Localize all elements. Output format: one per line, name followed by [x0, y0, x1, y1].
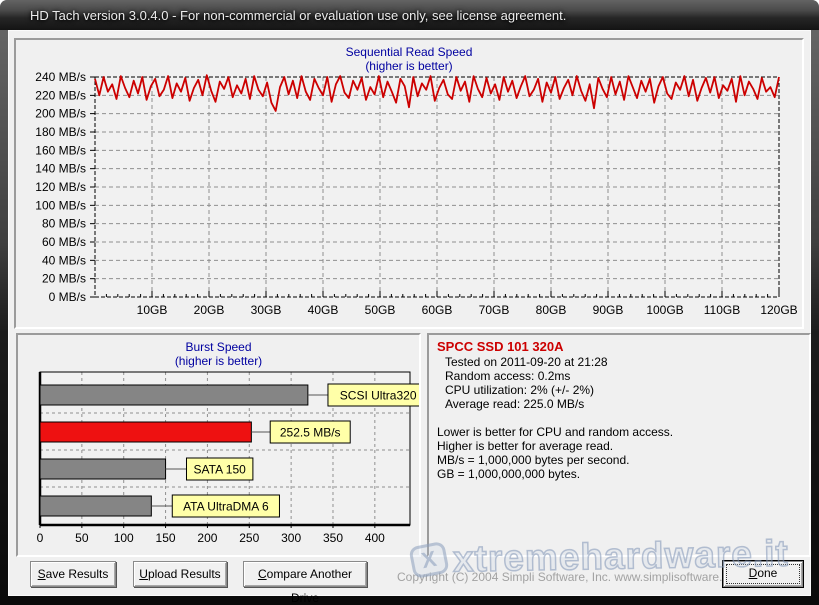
- svg-text:90GB: 90GB: [593, 303, 624, 317]
- app-window: HD Tach version 3.0.4.0 - For non-commer…: [0, 0, 819, 605]
- svg-text:350: 350: [323, 531, 343, 545]
- compare-label: ompare Another Drive: [267, 567, 352, 605]
- burst-speed-panel: Burst Speed (higher is better) SCSI Ultr…: [16, 333, 421, 557]
- svg-text:20 MB/s: 20 MB/s: [42, 272, 86, 286]
- average-read-line: Average read: 225.0 MB/s: [437, 397, 801, 411]
- svg-text:50: 50: [75, 531, 89, 545]
- burst-speed-chart: SCSI Ultra320 252.5 MB/s SATA 150 ATA Ultra…: [18, 335, 419, 555]
- client-area: Sequential Read Speed (higher is better)…: [8, 30, 811, 596]
- compare-mnemonic: C: [258, 567, 267, 581]
- svg-text:200: 200: [197, 531, 217, 545]
- save-label: ave Results: [46, 567, 109, 581]
- svg-text:80 MB/s: 80 MB/s: [42, 217, 86, 231]
- upload-results-button[interactable]: Upload Results: [133, 561, 227, 587]
- svg-text:150: 150: [156, 531, 176, 545]
- svg-text:120GB: 120GB: [760, 303, 797, 317]
- svg-text:400: 400: [365, 531, 385, 545]
- upload-label: pload Results: [148, 567, 221, 581]
- copyright-text: Copyright (C) 2004 Simpli Software, Inc.…: [397, 570, 745, 584]
- svg-text:100GB: 100GB: [646, 303, 683, 317]
- svg-text:80GB: 80GB: [536, 303, 567, 317]
- burst-chart-subtitle: (higher is better): [18, 354, 419, 368]
- note-line: Higher is better for average read.: [437, 439, 801, 453]
- svg-text:300: 300: [281, 531, 301, 545]
- done-button[interactable]: Done: [722, 560, 804, 588]
- svg-text:60GB: 60GB: [422, 303, 453, 317]
- svg-text:0: 0: [37, 531, 44, 545]
- burst-chart-title: Burst Speed: [18, 340, 419, 354]
- window-title: HD Tach version 3.0.4.0 - For non-commer…: [30, 8, 566, 23]
- note-line: Lower is better for CPU and random acces…: [437, 425, 801, 439]
- upload-mnemonic: U: [139, 567, 148, 581]
- svg-text:140 MB/s: 140 MB/s: [35, 162, 86, 176]
- svg-text:110GB: 110GB: [704, 303, 740, 317]
- info-spacer: [437, 411, 801, 425]
- svg-text:200 MB/s: 200 MB/s: [35, 107, 86, 121]
- cpu-utilization-line: CPU utilization: 2% (+/- 2%): [437, 383, 801, 397]
- svg-text:50GB: 50GB: [365, 303, 396, 317]
- svg-text:120 MB/s: 120 MB/s: [35, 180, 86, 194]
- svg-text:10GB: 10GB: [137, 303, 168, 317]
- save-mnemonic: S: [38, 567, 46, 581]
- note-line: GB = 1,000,000,000 bytes.: [437, 467, 801, 481]
- save-results-button[interactable]: Save Results: [30, 561, 116, 587]
- svg-text:220 MB/s: 220 MB/s: [35, 88, 86, 102]
- svg-text:180 MB/s: 180 MB/s: [35, 125, 86, 139]
- tested-on-line: Tested on 2011-09-20 at 21:28: [437, 355, 801, 369]
- sequential-read-panel: Sequential Read Speed (higher is better)…: [14, 38, 804, 329]
- svg-text:250: 250: [239, 531, 259, 545]
- svg-text:70GB: 70GB: [479, 303, 510, 317]
- seq-chart-subtitle: (higher is better): [16, 59, 802, 73]
- svg-text:100: 100: [114, 531, 134, 545]
- random-access-line: Random access: 0.2ms: [437, 369, 801, 383]
- svg-text:SATA 150: SATA 150: [194, 463, 247, 477]
- sequential-read-chart: 240 MB/s220 MB/s200 MB/s180 MB/s160 MB/s…: [16, 40, 802, 327]
- done-label: one: [757, 566, 777, 580]
- svg-text:30GB: 30GB: [251, 303, 282, 317]
- done-mnemonic: D: [749, 566, 758, 580]
- svg-text:20GB: 20GB: [194, 303, 225, 317]
- drive-name: SPCC SSD 101 320A: [437, 339, 801, 354]
- svg-text:0 MB/s: 0 MB/s: [49, 290, 86, 304]
- drive-info-panel: SPCC SSD 101 320A Tested on 2011-09-20 a…: [427, 333, 811, 557]
- svg-text:60 MB/s: 60 MB/s: [42, 235, 86, 249]
- svg-text:100 MB/s: 100 MB/s: [35, 198, 86, 212]
- svg-text:40GB: 40GB: [308, 303, 339, 317]
- seq-chart-title: Sequential Read Speed: [16, 45, 802, 59]
- svg-text:40 MB/s: 40 MB/s: [42, 253, 86, 267]
- svg-text:160 MB/s: 160 MB/s: [35, 143, 86, 157]
- titlebar[interactable]: HD Tach version 3.0.4.0 - For non-commer…: [0, 0, 819, 30]
- svg-text:252.5 MB/s: 252.5 MB/s: [280, 426, 341, 440]
- svg-text:ATA UltraDMA 6: ATA UltraDMA 6: [183, 500, 269, 514]
- svg-text:SCSI Ultra320: SCSI Ultra320: [340, 389, 417, 403]
- note-line: MB/s = 1,000,000 bytes per second.: [437, 453, 801, 467]
- compare-another-drive-button[interactable]: Compare Another Drive: [243, 561, 367, 587]
